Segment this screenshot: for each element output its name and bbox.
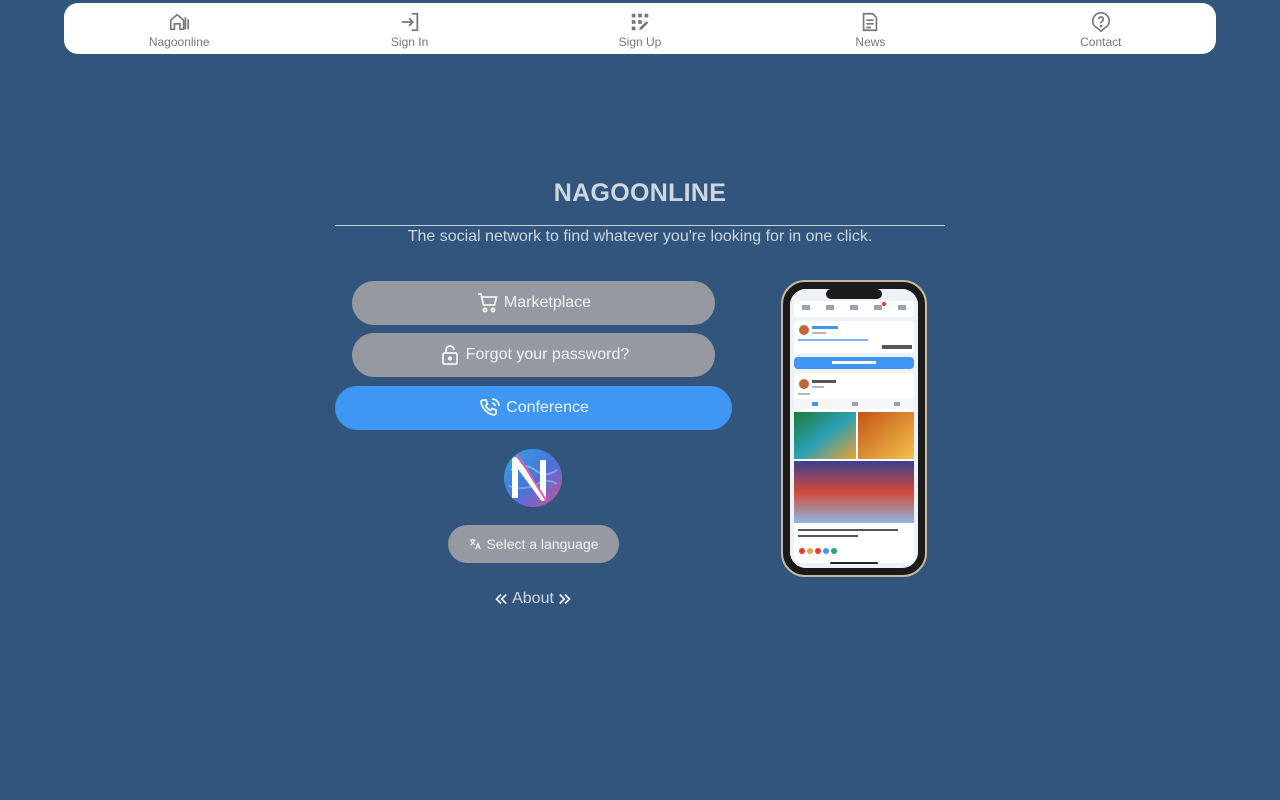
tagline: The social network to find whatever you'… (407, 228, 873, 245)
nav-label: News (855, 35, 886, 49)
nav-label: Sign In (390, 35, 429, 49)
phone-screen (790, 289, 918, 568)
cart-icon (477, 293, 498, 313)
select-language-label: Select a language (486, 536, 599, 552)
conference-label: Conference (506, 399, 589, 416)
forgot-password-label: Forgot your password? (465, 346, 630, 363)
select-language-button[interactable]: Select a language (448, 525, 619, 563)
marketplace-label: Marketplace (503, 294, 592, 311)
nav-label: Contact (1080, 35, 1122, 49)
phone-mockup (781, 280, 927, 577)
home-icon (170, 13, 190, 31)
about-label: About (512, 590, 554, 607)
top-nav: Nagoonline Sign In Sign Up News Contact (64, 3, 1216, 54)
title-divider (335, 225, 945, 226)
nav-label: Sign Up (618, 35, 662, 49)
nav-item-news[interactable]: News (755, 3, 985, 54)
nagoonline-logo (504, 449, 562, 507)
double-chevron-left-icon (495, 593, 507, 605)
unlock-icon (441, 345, 458, 365)
forgot-password-button[interactable]: Forgot your password? (352, 333, 715, 377)
translate-icon (470, 538, 482, 550)
nav-item-nagoonline[interactable]: Nagoonline (64, 3, 294, 54)
nav-item-sign-up[interactable]: Sign Up (525, 3, 755, 54)
login-icon (401, 12, 418, 32)
help-icon (1091, 12, 1110, 33)
nav-item-contact[interactable]: Contact (986, 3, 1216, 54)
article-icon (863, 12, 878, 32)
double-chevron-right-icon (559, 593, 571, 605)
about-link[interactable]: About (490, 588, 576, 610)
grid-edit-icon (631, 13, 649, 31)
marketplace-button[interactable]: Marketplace (352, 281, 715, 325)
page-title: NAGOONLINE (553, 179, 727, 207)
nav-label: Nagoonline (148, 35, 210, 49)
app-screenshot (790, 289, 918, 568)
conference-button[interactable]: Conference (335, 386, 732, 430)
phone-call-icon (480, 398, 501, 416)
nav-item-sign-in[interactable]: Sign In (294, 3, 524, 54)
